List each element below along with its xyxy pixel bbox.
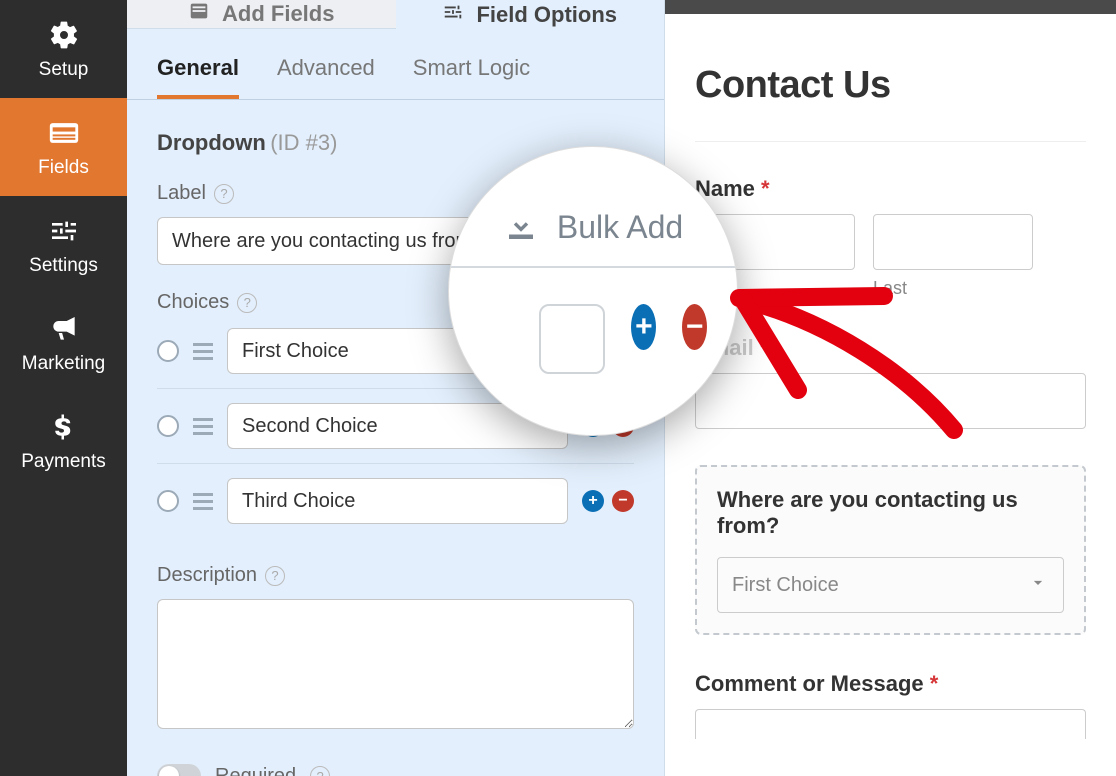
last-sublabel: Last xyxy=(873,278,1033,299)
required-label: Required xyxy=(215,765,296,776)
help-icon[interactable]: ? xyxy=(310,766,330,776)
preview-name-field: Name * First Last xyxy=(695,176,1086,299)
tab-field-options[interactable]: Field Options xyxy=(396,0,665,29)
bulk-add-magnified: Bulk Add xyxy=(503,209,683,246)
comment-label: Comment or Message xyxy=(695,671,924,696)
dropdown-label: Where are you contacting us from? xyxy=(717,487,1018,538)
subtab-smart-logic[interactable]: Smart Logic xyxy=(413,55,530,99)
required-toggle[interactable] xyxy=(157,764,201,776)
gear-icon xyxy=(46,17,82,53)
preview-comment-field: Comment or Message * xyxy=(695,671,1086,739)
choice-input[interactable] xyxy=(227,478,568,524)
sidebar: Setup Fields Settings Marketing Payments xyxy=(0,0,127,776)
sidebar-item-settings[interactable]: Settings xyxy=(0,196,127,294)
drag-handle-icon[interactable] xyxy=(193,493,213,510)
panel-tabs: Add Fields Field Options xyxy=(127,0,664,29)
preview-topbar xyxy=(665,0,1116,14)
sidebar-item-marketing[interactable]: Marketing xyxy=(0,294,127,392)
label-section-title: Label xyxy=(157,182,206,205)
help-icon[interactable]: ? xyxy=(214,184,234,204)
help-icon[interactable]: ? xyxy=(265,566,285,586)
subtabs: General Advanced Smart Logic xyxy=(127,29,664,100)
dropdown-select[interactable]: First Choice xyxy=(717,557,1064,613)
tab-add-fields[interactable]: Add Fields xyxy=(127,0,396,29)
description-section: Description ? xyxy=(157,564,634,734)
subtab-general[interactable]: General xyxy=(157,55,239,99)
required-indicator: * xyxy=(930,671,939,696)
chevron-down-icon xyxy=(1028,573,1048,598)
sidebar-item-payments[interactable]: Payments xyxy=(0,392,127,490)
sidebar-item-fields[interactable]: Fields xyxy=(0,98,127,196)
preview-dropdown-field[interactable]: Where are you contacting us from? First … xyxy=(695,465,1086,635)
sidebar-label: Setup xyxy=(39,59,89,81)
choice-default-radio[interactable] xyxy=(157,490,179,512)
sidebar-item-setup[interactable]: Setup xyxy=(0,0,127,98)
sidebar-label: Settings xyxy=(29,255,98,277)
email-input[interactable] xyxy=(695,373,1086,429)
remove-choice-button[interactable]: − xyxy=(612,490,634,512)
preview-email-field: Email * xyxy=(695,335,1086,429)
form-icon xyxy=(46,115,82,151)
bullhorn-icon xyxy=(46,311,82,347)
choice-row: + − xyxy=(157,464,634,538)
required-indicator: * xyxy=(761,176,770,201)
magnified-add-button: + xyxy=(631,304,656,350)
field-options-icon xyxy=(442,1,464,29)
choices-section-title: Choices xyxy=(157,291,229,314)
required-row: Required ? xyxy=(157,764,634,776)
magnified-remove-button: − xyxy=(682,304,707,350)
drag-handle-icon[interactable] xyxy=(193,418,213,435)
help-icon[interactable]: ? xyxy=(237,293,257,313)
magnified-choice-box xyxy=(539,304,605,374)
sliders-icon xyxy=(46,213,82,249)
magnifier-callout: Bulk Add + − xyxy=(448,146,738,436)
sidebar-label: Marketing xyxy=(22,353,105,375)
description-section-title: Description xyxy=(157,564,257,587)
description-input[interactable] xyxy=(157,599,634,729)
last-name-input[interactable] xyxy=(873,214,1033,270)
drag-handle-icon[interactable] xyxy=(193,343,213,360)
sidebar-label: Fields xyxy=(38,157,89,179)
add-fields-icon xyxy=(188,0,210,28)
tab-field-options-label: Field Options xyxy=(476,2,617,28)
sidebar-label: Payments xyxy=(21,451,105,473)
tab-add-fields-label: Add Fields xyxy=(222,1,334,27)
dollar-icon xyxy=(46,409,82,445)
form-title: Contact Us xyxy=(695,64,1086,107)
subtab-advanced[interactable]: Advanced xyxy=(277,55,375,99)
choice-default-radio[interactable] xyxy=(157,415,179,437)
add-choice-button[interactable]: + xyxy=(582,490,604,512)
divider xyxy=(695,141,1086,142)
comment-input[interactable] xyxy=(695,709,1086,739)
field-id: (ID #3) xyxy=(270,130,337,155)
required-indicator: * xyxy=(760,335,769,360)
field-type: Dropdown xyxy=(157,130,266,155)
bulk-add-magnified-text: Bulk Add xyxy=(557,209,683,246)
choice-default-radio[interactable] xyxy=(157,340,179,362)
